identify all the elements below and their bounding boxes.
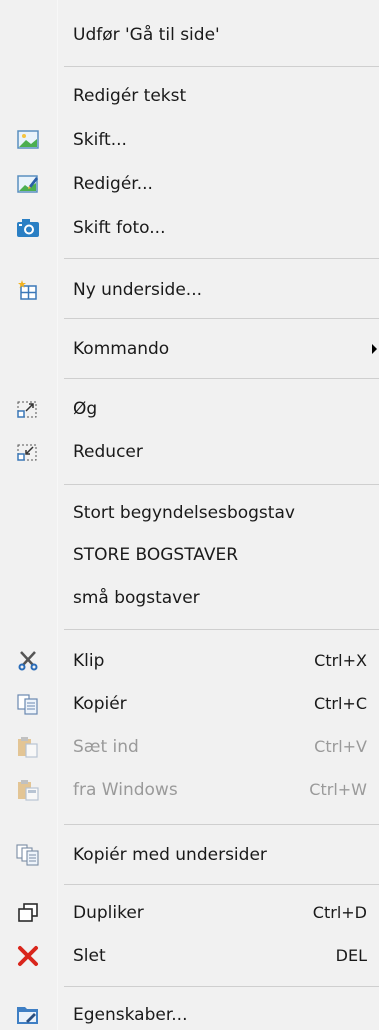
menu-item-label: Udfør 'Gå til side' <box>73 25 220 45</box>
shrink-icon <box>16 441 40 463</box>
separator <box>64 484 379 485</box>
scissors-icon <box>16 650 40 672</box>
menu-item-label: Kopiér med undersider <box>73 845 267 865</box>
shortcut-label: DEL <box>335 946 367 965</box>
separator <box>64 629 379 630</box>
menu-item-label: små bogstaver <box>73 588 200 608</box>
menu-item-cut[interactable]: Klip Ctrl+X <box>0 646 379 676</box>
separator <box>64 986 379 987</box>
menu-item-command[interactable]: Kommando <box>0 334 379 364</box>
menu-item-label: Stort begyndelsesbogstav <box>73 503 295 523</box>
menu-item-label: Reducer <box>73 442 143 462</box>
shortcut-label: Ctrl+V <box>314 737 367 756</box>
menu-item-replace[interactable]: Skift... <box>0 125 379 155</box>
shortcut-label: Ctrl+X <box>314 651 367 670</box>
menu-item-label: Kopiér <box>73 694 127 714</box>
menu-item-label: fra Windows <box>73 780 178 800</box>
separator <box>64 824 379 825</box>
menu-item-paste-from-windows[interactable]: fra Windows Ctrl+W <box>0 775 379 805</box>
menu-item-properties[interactable]: Egenskaber... <box>0 1000 379 1030</box>
submenu-arrow-icon <box>372 344 377 354</box>
menu-item-label: Redigér... <box>73 174 153 194</box>
image-edit-icon <box>16 173 40 195</box>
menu-item-edit[interactable]: Redigér... <box>0 169 379 199</box>
duplicate-icon <box>16 902 40 924</box>
shortcut-label: Ctrl+C <box>313 694 367 713</box>
menu-item-shrink[interactable]: Reducer <box>0 437 379 467</box>
context-menu: Udfør 'Gå til side' Redigér tekst Skift.… <box>0 0 379 1030</box>
grow-icon <box>16 398 40 420</box>
camera-icon <box>16 217 40 239</box>
menu-item-label: Dupliker <box>73 903 144 923</box>
menu-item-label: Øg <box>73 399 98 419</box>
menu-item-label: STORE BOGSTAVER <box>73 545 239 565</box>
new-page-icon <box>16 279 40 301</box>
separator <box>64 378 379 379</box>
menu-item-label: Egenskaber... <box>73 1005 188 1025</box>
menu-item-lowercase[interactable]: små bogstaver <box>0 583 379 613</box>
separator <box>64 66 379 67</box>
shortcut-label: Ctrl+W <box>309 780 367 799</box>
menu-item-grow[interactable]: Øg <box>0 394 379 424</box>
menu-item-paste[interactable]: Sæt ind Ctrl+V <box>0 732 379 762</box>
menu-item-delete[interactable]: Slet DEL <box>0 941 379 971</box>
menu-item-label: Skift... <box>73 130 127 150</box>
menu-item-copy-with-subpages[interactable]: Kopiér med undersider <box>0 840 379 870</box>
menu-item-label: Redigér tekst <box>73 86 187 106</box>
properties-icon <box>16 1004 40 1026</box>
menu-item-goto-page[interactable]: Udfør 'Gå til side' <box>0 20 379 50</box>
menu-item-label: Ny underside... <box>73 280 203 300</box>
menu-item-replace-photo[interactable]: Skift foto... <box>0 213 379 243</box>
menu-item-edit-text[interactable]: Redigér tekst <box>0 81 379 111</box>
image-icon <box>16 129 40 151</box>
menu-item-uppercase[interactable]: STORE BOGSTAVER <box>0 540 379 570</box>
menu-item-label: Klip <box>73 651 105 671</box>
menu-item-copy[interactable]: Kopiér Ctrl+C <box>0 689 379 719</box>
delete-icon <box>16 945 40 967</box>
menu-item-new-subpage[interactable]: Ny underside... <box>0 275 379 305</box>
copy-icon <box>16 693 40 715</box>
shortcut-label: Ctrl+D <box>312 903 367 922</box>
copy-subpages-icon <box>16 844 40 866</box>
separator <box>64 884 379 885</box>
menu-item-label: Kommando <box>73 339 170 359</box>
paste-windows-icon <box>16 779 40 801</box>
separator <box>64 318 379 319</box>
menu-item-label: Skift foto... <box>73 218 166 238</box>
separator <box>64 258 379 259</box>
menu-item-label: Slet <box>73 946 106 966</box>
menu-item-duplicate[interactable]: Dupliker Ctrl+D <box>0 898 379 928</box>
paste-icon <box>16 736 40 758</box>
menu-item-capitalize[interactable]: Stort begyndelsesbogstav <box>0 498 379 528</box>
menu-item-label: Sæt ind <box>73 737 139 757</box>
